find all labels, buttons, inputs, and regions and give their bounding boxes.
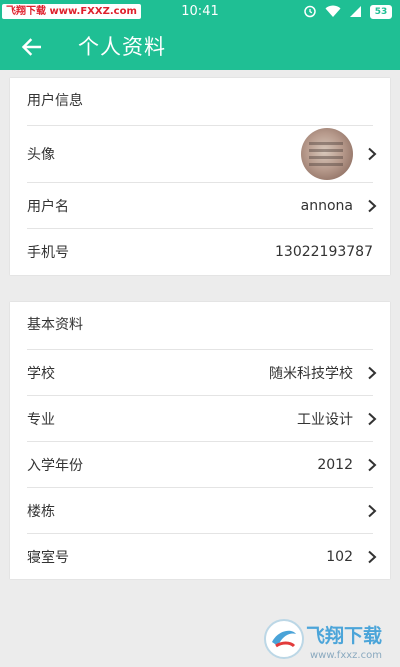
row-label: 用户名 (27, 198, 69, 215)
dorm-number-value: 102 (326, 548, 353, 565)
row-label: 学校 (27, 365, 55, 382)
row-label: 专业 (27, 411, 55, 428)
signal-icon (349, 3, 362, 22)
user-info-card: 用户信息 头像 用户名 annona 手机号 13022193787 (10, 78, 390, 275)
row-label: 头像 (27, 147, 55, 163)
row-school[interactable]: 学校 随米科技学校 (27, 349, 377, 395)
row-username[interactable]: 用户名 annona (27, 182, 377, 228)
back-button[interactable] (14, 32, 48, 62)
row-avatar[interactable]: 头像 (27, 125, 377, 182)
row-label: 楼栋 (27, 503, 55, 520)
chevron-right-icon (363, 199, 381, 213)
row-label: 寝室号 (27, 549, 69, 566)
row-enrollment-year[interactable]: 入学年份 2012 (27, 441, 377, 487)
chevron-right-icon (363, 412, 381, 426)
row-label: 手机号 (27, 244, 69, 261)
section-title-basic-info: 基本资料 (27, 317, 83, 333)
chevron-right-icon (363, 366, 381, 380)
app-bar: 个人资料 (0, 24, 400, 70)
chevron-right-icon (363, 147, 381, 161)
chevron-right-icon (363, 550, 381, 564)
phone-value: 13022193787 (275, 243, 373, 260)
arrow-left-icon (21, 38, 41, 56)
row-building[interactable]: 楼栋 (27, 487, 377, 533)
major-value: 工业设计 (297, 411, 353, 428)
status-bar: 飞翔下载 www.FXXZ.com 10:41 53 (0, 0, 400, 24)
enrollment-year-value: 2012 (317, 456, 353, 473)
watermark-logo: 飞翔下载 www.fxxz.com (262, 616, 396, 662)
row-major[interactable]: 专业 工业设计 (27, 395, 377, 441)
watermark-logo-url: www.fxxz.com (310, 650, 382, 661)
wifi-icon (325, 3, 341, 22)
row-label: 入学年份 (27, 457, 83, 474)
chevron-right-icon (363, 458, 381, 472)
school-value: 随米科技学校 (269, 365, 353, 382)
row-phone: 手机号 13022193787 (27, 228, 373, 274)
page-title: 个人资料 (78, 35, 166, 59)
watermark-logo-text: 飞翔下载 (306, 624, 382, 647)
avatar (301, 128, 353, 180)
battery-icon: 53 (370, 5, 392, 19)
username-value: annona (300, 197, 353, 214)
section-title-user-info: 用户信息 (27, 93, 83, 109)
basic-info-card: 基本资料 学校 随米科技学校 专业 工业设计 入学年份 2012 楼栋 寝室号 … (10, 302, 390, 579)
row-dorm-number[interactable]: 寝室号 102 (27, 533, 377, 579)
chevron-right-icon (363, 504, 381, 518)
status-icons: 53 (303, 4, 392, 20)
alarm-icon (303, 3, 317, 22)
